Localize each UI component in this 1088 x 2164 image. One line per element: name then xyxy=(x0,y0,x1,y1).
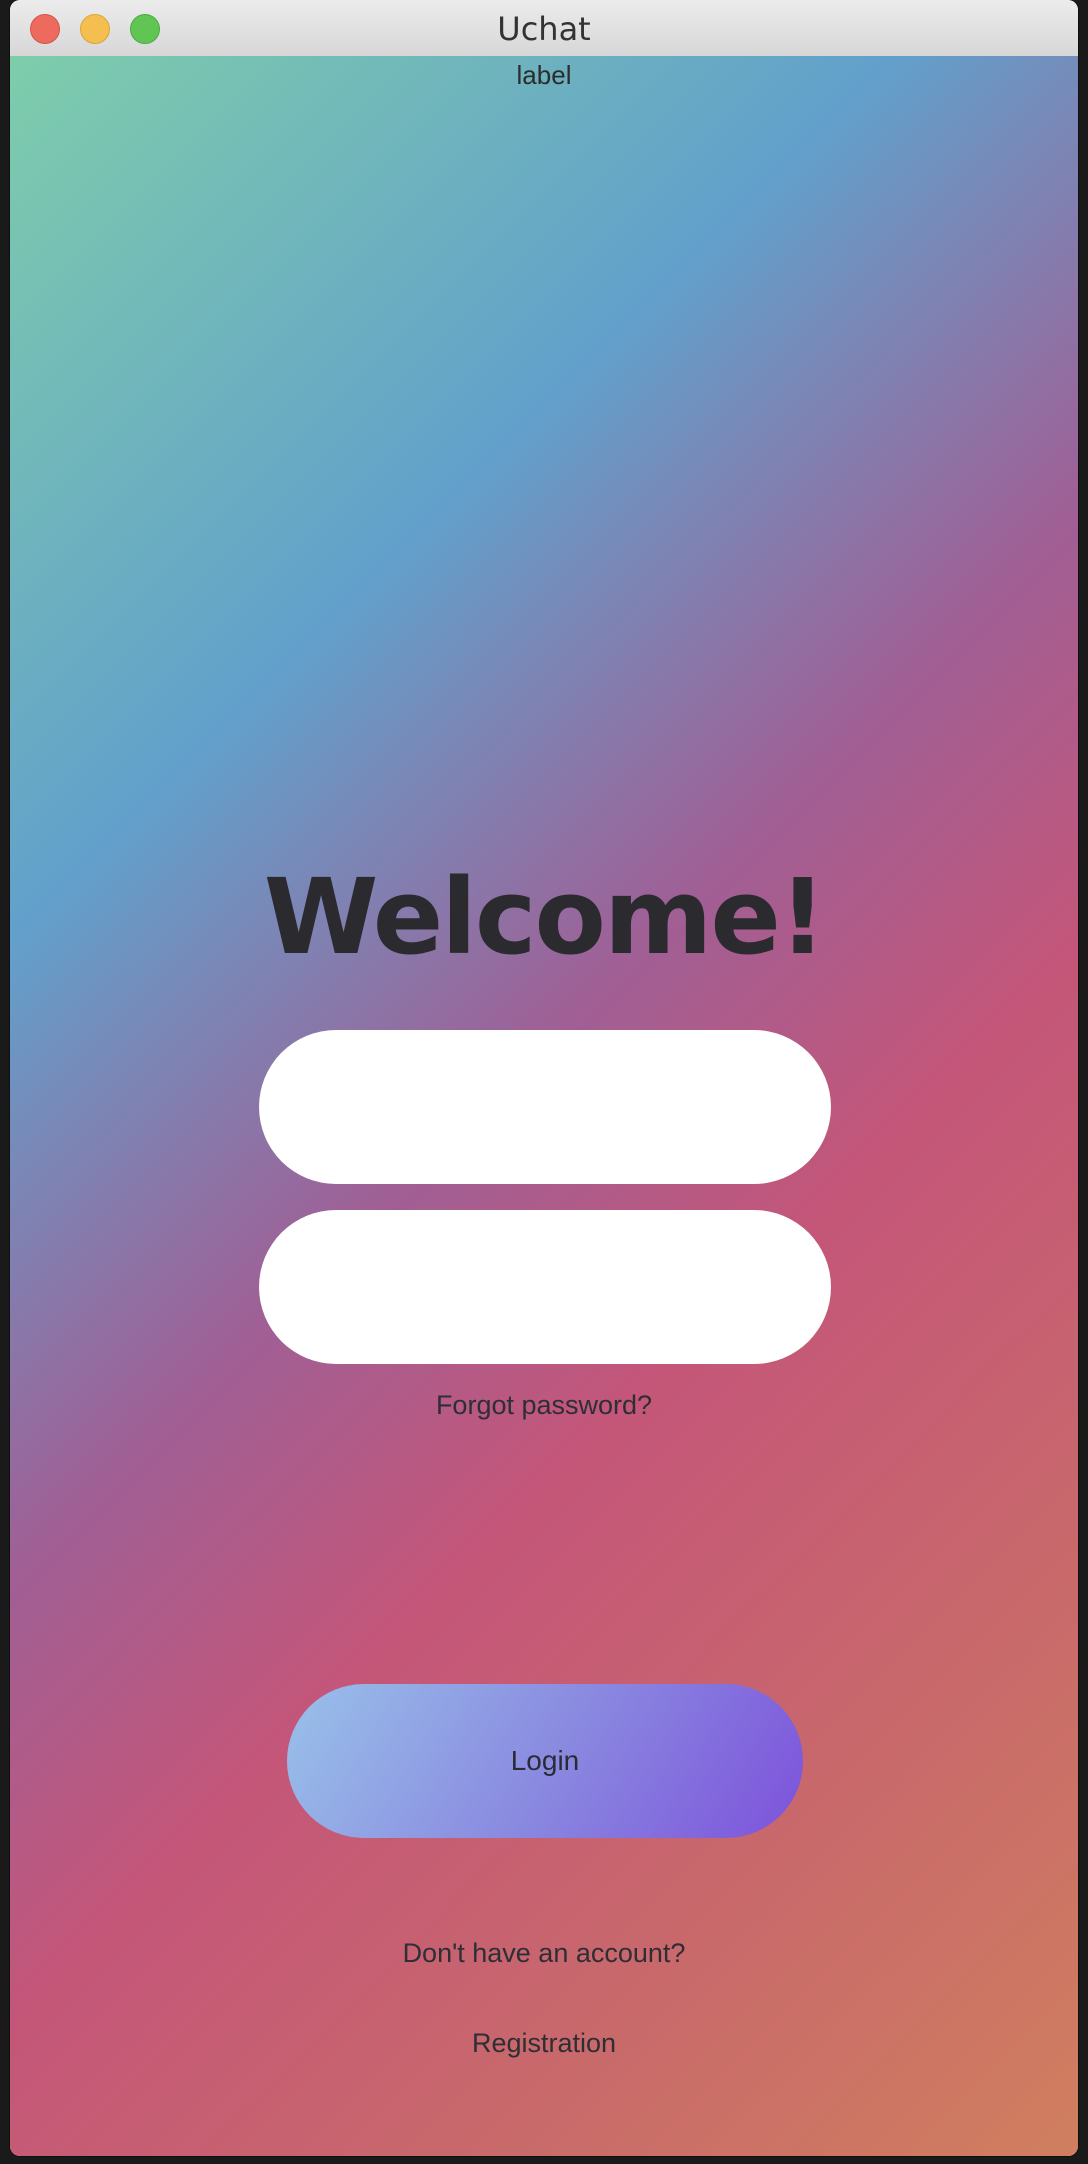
registration-link[interactable]: Registration xyxy=(10,2028,1078,2059)
app-window: Uchat label Welcome! Forgot password? Lo… xyxy=(10,0,1078,2156)
password-input[interactable] xyxy=(259,1210,831,1364)
login-button[interactable]: Login xyxy=(287,1684,803,1838)
welcome-heading: Welcome! xyxy=(263,856,827,978)
login-button-label: Login xyxy=(510,1745,580,1776)
login-screen: label Welcome! Forgot password? Login Do… xyxy=(10,56,1078,2156)
top-label: label xyxy=(516,60,572,90)
title-bar[interactable]: Uchat xyxy=(10,0,1078,57)
username-input[interactable] xyxy=(259,1030,831,1184)
no-account-text: Don't have an account? xyxy=(402,1938,686,1968)
window-title: Uchat xyxy=(497,10,591,48)
forgot-password-link[interactable]: Forgot password? xyxy=(10,1390,1078,1421)
